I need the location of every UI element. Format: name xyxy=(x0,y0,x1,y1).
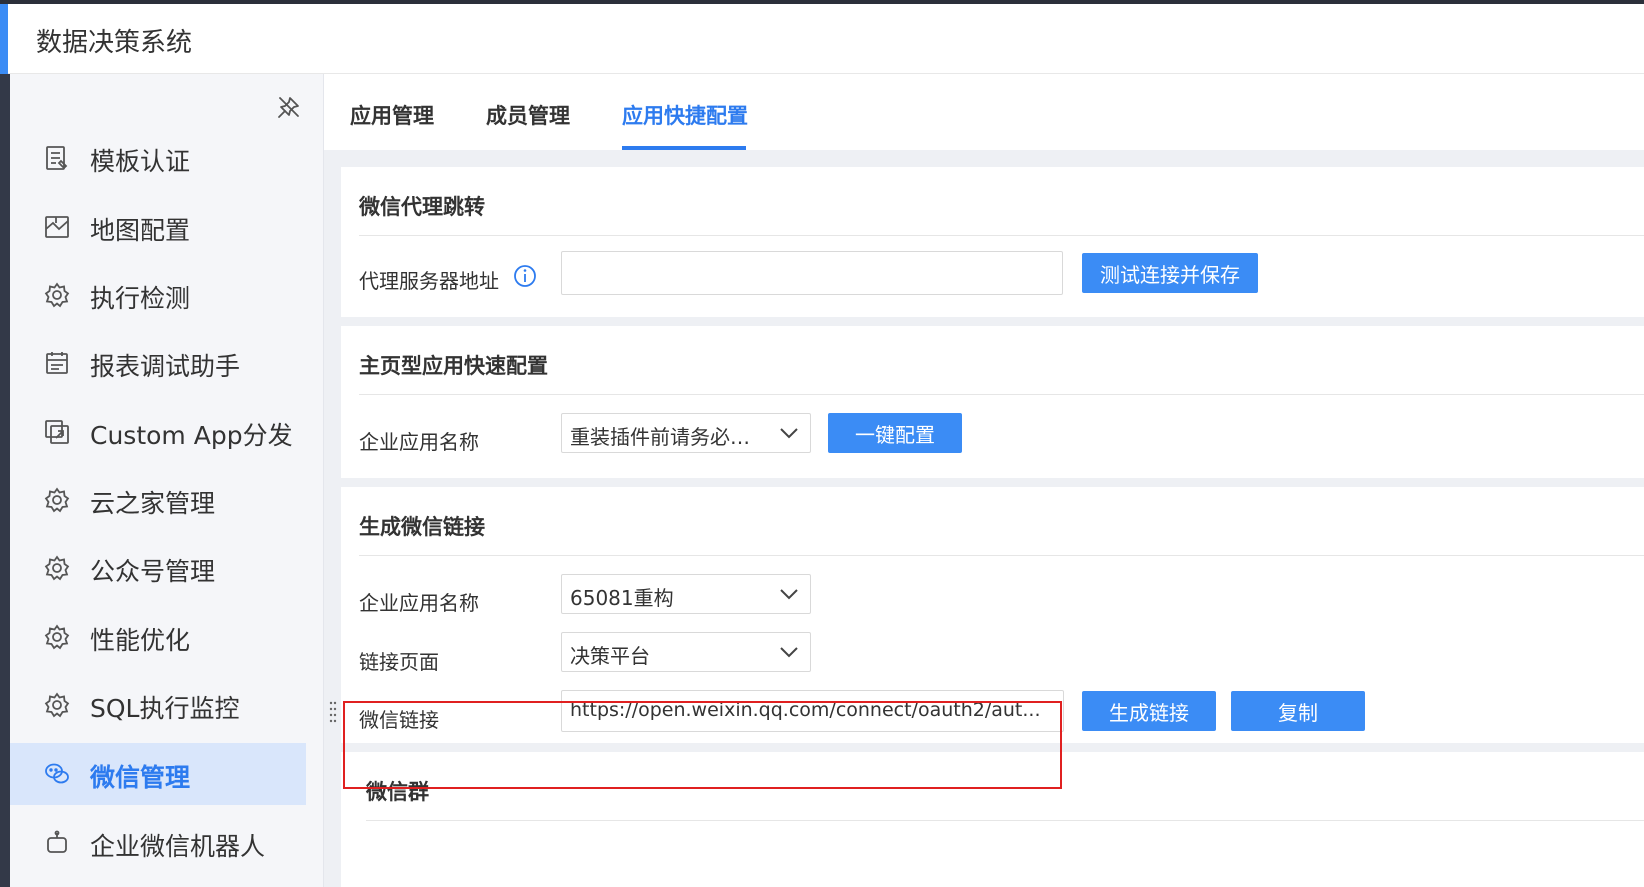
app-share-icon xyxy=(45,420,69,444)
card-title: 主页型应用快速配置 xyxy=(359,354,548,378)
test-and-save-button[interactable]: 测试连接并保存 xyxy=(1082,253,1258,293)
sidebar-item-label: 企业微信机器人 xyxy=(90,832,266,861)
gear-icon xyxy=(44,692,70,718)
gear-icon xyxy=(44,555,70,581)
link-page-select-value: 决策平台 xyxy=(570,644,650,668)
tab-app-management[interactable]: 应用管理 xyxy=(350,100,434,130)
one-click-config-button[interactable]: 一键配置 xyxy=(828,413,962,453)
app-name-label: 企业应用名称 xyxy=(359,591,479,615)
template-cert-icon xyxy=(46,146,68,170)
divider xyxy=(359,235,1644,236)
gear-icon xyxy=(44,624,70,650)
link-page-label: 链接页面 xyxy=(359,650,439,674)
sidebar-item-report-debug[interactable]: 报表调试助手 xyxy=(10,332,306,394)
app-title: 数据决策系统 xyxy=(36,28,193,58)
wechat-icon xyxy=(45,763,69,784)
chevron-down-icon xyxy=(780,647,798,658)
link-app-select[interactable]: 65081重构 xyxy=(561,574,811,614)
sidebar: 模板认证 地图配置 执行检测 报表调试助手 Custom App分发 云之家管理… xyxy=(10,74,324,887)
app-header: 数据决策系统 xyxy=(0,4,1644,74)
app-name-select-value: 重装插件前请务必… xyxy=(570,425,750,449)
sidebar-item-sql-monitor[interactable]: SQL执行监控 xyxy=(10,674,306,736)
left-rail xyxy=(0,74,10,887)
gear-icon xyxy=(44,487,70,513)
sidebar-item-label: 公众号管理 xyxy=(90,557,216,586)
header-accent xyxy=(0,4,8,74)
info-icon[interactable] xyxy=(513,264,537,288)
copy-button[interactable]: 复制 xyxy=(1231,691,1365,731)
divider xyxy=(366,820,1644,821)
tab-member-management[interactable]: 成员管理 xyxy=(486,100,570,130)
divider xyxy=(359,394,1644,395)
divider xyxy=(359,555,1644,556)
sidebar-item-map-config[interactable]: 地图配置 xyxy=(10,196,306,258)
card-title: 生成微信链接 xyxy=(359,515,485,539)
proxy-server-input[interactable] xyxy=(561,251,1063,295)
calendar-icon xyxy=(46,352,68,374)
sidebar-item-template-cert[interactable]: 模板认证 xyxy=(10,127,306,189)
generate-link-button[interactable]: 生成链接 xyxy=(1082,691,1216,731)
pin-icon[interactable] xyxy=(276,94,302,120)
sidebar-item-official-account[interactable]: 公众号管理 xyxy=(10,537,306,599)
active-tab-indicator xyxy=(622,146,746,150)
chevron-down-icon xyxy=(780,589,798,600)
sidebar-item-label: 云之家管理 xyxy=(90,489,216,518)
homepage-config-card: 主页型应用快速配置 企业应用名称 重装插件前请务必… 一键配置 xyxy=(341,326,1644,478)
sidebar-item-label: 性能优化 xyxy=(90,626,191,655)
gear-icon xyxy=(44,282,70,308)
sidebar-item-label: Custom App分发 xyxy=(90,421,293,450)
sidebar-item-wechat[interactable]: 微信管理 xyxy=(10,743,306,805)
sidebar-item-exec-check[interactable]: 执行检测 xyxy=(10,264,306,326)
sidebar-item-label: 微信管理 xyxy=(90,763,191,792)
tab-app-quick-config[interactable]: 应用快捷配置 xyxy=(622,100,748,130)
sidebar-item-label: 报表调试助手 xyxy=(90,352,241,381)
proxy-card: 微信代理跳转 代理服务器地址 测试连接并保存 xyxy=(341,167,1644,317)
link-app-select-value: 65081重构 xyxy=(570,586,674,610)
link-page-select[interactable]: 决策平台 xyxy=(561,632,811,672)
sidebar-item-label: 执行检测 xyxy=(90,284,191,313)
proxy-server-label: 代理服务器地址 xyxy=(359,269,499,293)
sidebar-item-yunzhijia[interactable]: 云之家管理 xyxy=(10,469,306,531)
sidebar-item-custom-app[interactable]: Custom App分发 xyxy=(10,401,306,463)
sidebar-item-label: SQL执行监控 xyxy=(90,694,240,723)
robot-icon xyxy=(47,830,67,853)
tab-bar: 应用管理 成员管理 应用快捷配置 xyxy=(324,74,1644,150)
sidebar-item-wecom-robot[interactable]: 企业微信机器人 xyxy=(10,812,306,874)
highlight-annotation-box xyxy=(343,701,1062,789)
sidebar-item-performance[interactable]: 性能优化 xyxy=(10,606,306,668)
chevron-down-icon xyxy=(780,428,798,439)
sidebar-item-label: 模板认证 xyxy=(90,147,191,176)
map-icon xyxy=(45,216,69,238)
app-name-label: 企业应用名称 xyxy=(359,430,479,454)
card-title: 微信代理跳转 xyxy=(359,195,485,219)
sidebar-item-label: 地图配置 xyxy=(90,216,191,245)
app-name-select[interactable]: 重装插件前请务必… xyxy=(561,413,811,453)
